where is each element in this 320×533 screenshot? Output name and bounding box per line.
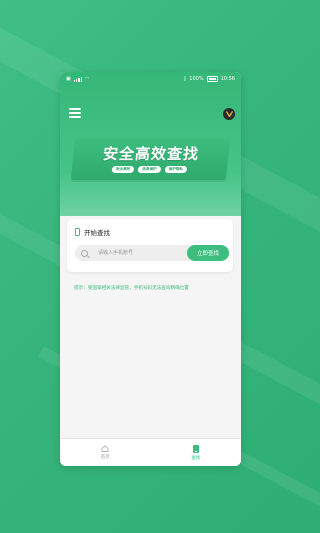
wifi-icon: ◠ (84, 76, 90, 82)
search-bar: 立即查找 (75, 245, 229, 261)
app-header: ▣ ◠ ▯ 100% 10:56 安全高效查找 安全高效 信息保护 保护隐私 (60, 72, 241, 216)
status-time: 10:56 (220, 76, 235, 82)
status-bar: ▣ ◠ ▯ 100% 10:56 (60, 72, 241, 86)
battery-percent: 100% (189, 76, 204, 82)
notification-icon: ▣ (66, 76, 71, 82)
vibrate-icon: ▯ (183, 76, 187, 82)
search-card: 开始查找 立即查找 (67, 219, 233, 272)
signal-icon (73, 76, 82, 82)
phone-icon (75, 228, 80, 236)
banner-title: 安全高效查找 (102, 145, 200, 163)
search-card-title: 开始查找 (84, 229, 110, 237)
banner-tag: 安全高效 (111, 166, 135, 173)
tab-find[interactable]: 查找 (151, 439, 242, 466)
status-left: ▣ ◠ (66, 76, 89, 82)
banner-tag: 信息保护 (137, 166, 161, 173)
banner-tags: 安全高效 信息保护 保护隐私 (72, 166, 228, 173)
home-icon (101, 445, 109, 452)
tab-home-label: 首页 (100, 455, 110, 460)
phone-number-input[interactable] (96, 249, 180, 257)
status-right: ▯ 100% 10:56 (184, 76, 235, 82)
tab-home[interactable]: 首页 (60, 439, 151, 466)
tab-bar: 首页 查找 (60, 438, 241, 466)
banner: 安全高效查找 安全高效 信息保护 保护隐私 (70, 138, 231, 180)
find-icon (192, 444, 199, 453)
app-screen: ▣ ◠ ▯ 100% 10:56 安全高效查找 安全高效 信息保护 保护隐私 开… (60, 72, 241, 466)
search-now-button[interactable]: 立即查找 (187, 245, 229, 261)
tip-text: 提示：受国家相关法律监管，手机号码无法查询精确位置 (74, 286, 189, 291)
v-logo-icon (223, 108, 235, 120)
search-icon (81, 249, 88, 257)
banner-tag: 保护隐私 (164, 166, 188, 173)
search-card-header: 开始查找 (75, 227, 110, 237)
menu-icon[interactable] (69, 108, 81, 118)
tab-find-label: 查找 (191, 455, 201, 461)
battery-icon (206, 76, 218, 82)
